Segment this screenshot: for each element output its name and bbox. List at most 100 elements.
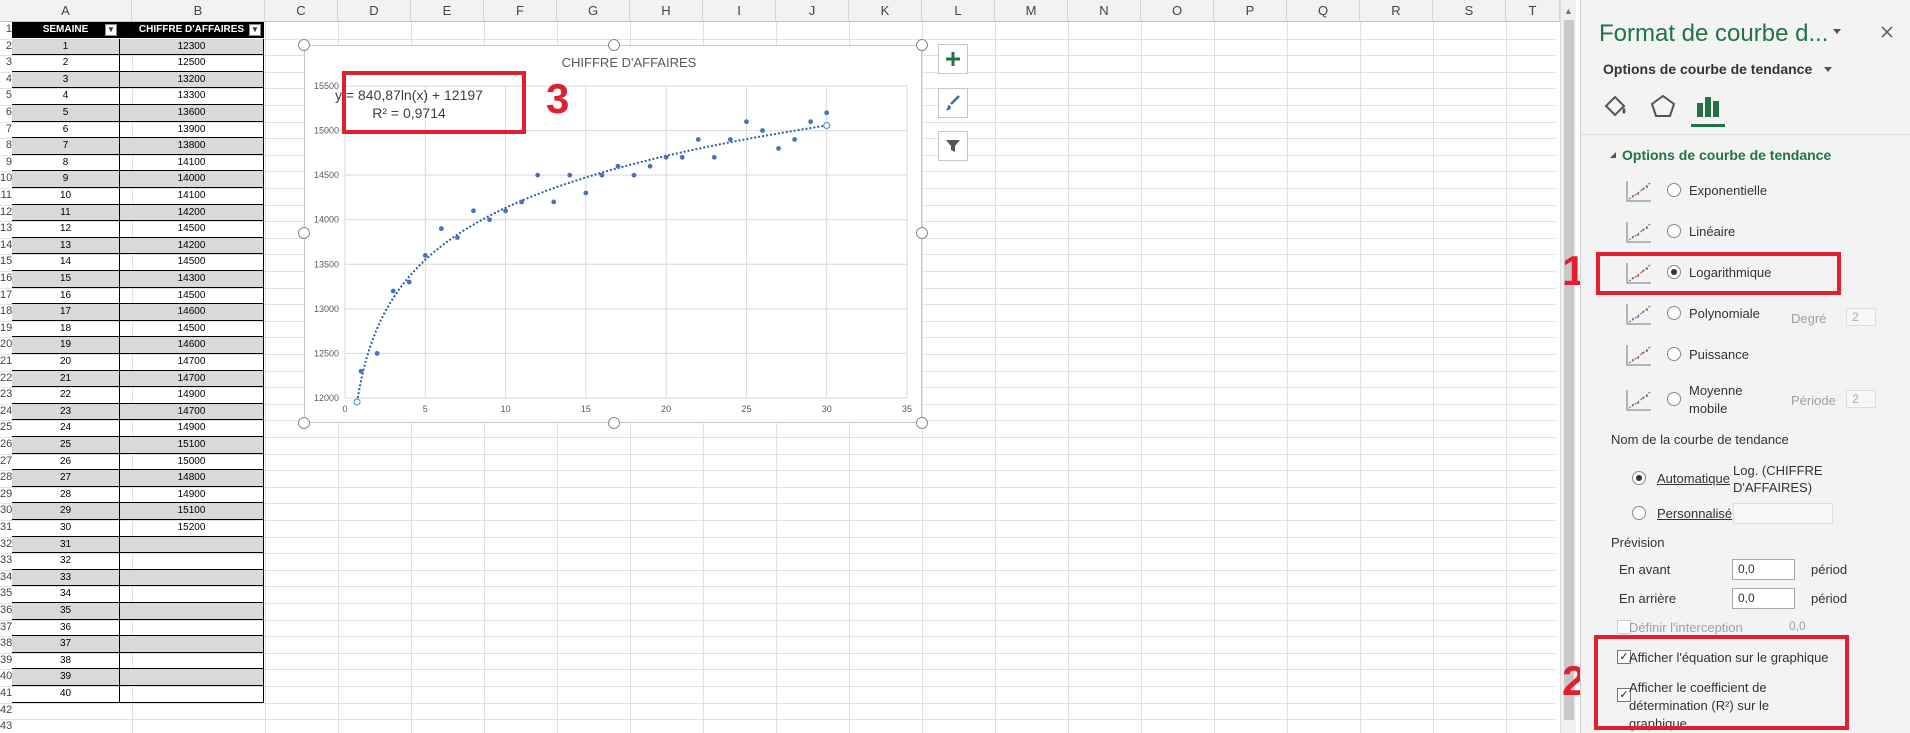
row-number[interactable]: 7	[0, 123, 12, 140]
week-cell[interactable]: 38	[12, 652, 120, 670]
week-cell[interactable]: 19	[12, 337, 120, 354]
table-header-cell[interactable]: SEMAINE ▼	[12, 22, 120, 38]
row-number[interactable]: 17	[0, 289, 12, 306]
row-number[interactable]: 2	[0, 40, 12, 57]
row-number[interactable]: 12	[0, 206, 12, 223]
revenue-cell[interactable]: 15100	[120, 503, 264, 520]
spreadsheet-grid[interactable]: ABCDEFGHIJKLMNOPQRST 1 2 3 4 5 6 7 8 9 10 11 12 13 14…	[0, 0, 1580, 733]
revenue-cell[interactable]	[120, 569, 264, 587]
week-cell[interactable]: 29	[12, 503, 120, 520]
row-number[interactable]: 34	[0, 571, 12, 588]
linear-radio[interactable]	[1667, 224, 1681, 238]
week-cell[interactable]: 12	[12, 221, 120, 238]
week-cell[interactable]: 26	[12, 453, 120, 471]
week-cell[interactable]: 6	[12, 121, 120, 139]
revenue-cell[interactable]	[120, 536, 264, 554]
filter-dropdown-icon[interactable]: ▼	[105, 24, 117, 36]
power-label[interactable]: Puissance	[1689, 347, 1749, 362]
week-cell[interactable]: 8	[12, 154, 120, 172]
week-cell[interactable]: 32	[12, 553, 120, 570]
revenue-cell[interactable]: 14000	[120, 171, 264, 188]
week-cell[interactable]: 11	[12, 204, 120, 222]
week-cell[interactable]: 25	[12, 437, 120, 454]
row-number[interactable]: 38	[0, 637, 12, 654]
week-cell[interactable]: 14	[12, 254, 120, 271]
revenue-cell[interactable]: 12500	[120, 55, 264, 72]
week-cell[interactable]: 5	[12, 105, 120, 122]
forward-input[interactable]: 0,0	[1732, 559, 1795, 580]
week-cell[interactable]: 23	[12, 403, 120, 421]
chart-filters-button[interactable]	[938, 131, 968, 161]
row-number[interactable]: 25	[0, 421, 12, 438]
revenue-cell[interactable]: 14200	[120, 237, 264, 255]
revenue-cell[interactable]	[120, 636, 264, 653]
revenue-cell[interactable]: 13900	[120, 121, 264, 139]
row-number[interactable]: 43	[0, 720, 12, 733]
row-number[interactable]: 19	[0, 322, 12, 339]
week-cell[interactable]: 7	[12, 138, 120, 155]
week-cell[interactable]: 21	[12, 370, 120, 388]
week-cell[interactable]: 22	[12, 387, 120, 404]
revenue-cell[interactable]: 14900	[120, 420, 264, 437]
column-header-P[interactable]: P	[1214, 0, 1287, 22]
column-header-O[interactable]: O	[1141, 0, 1214, 22]
linear-label[interactable]: Linéaire	[1689, 224, 1735, 239]
row-number[interactable]: 22	[0, 372, 12, 389]
revenue-cell[interactable]: 14700	[120, 403, 264, 421]
revenue-cell[interactable]: 14900	[120, 486, 264, 504]
revenue-cell[interactable]: 14900	[120, 387, 264, 404]
custom-name-input[interactable]	[1733, 503, 1833, 524]
revenue-cell[interactable]: 14200	[120, 204, 264, 222]
week-cell[interactable]: 15	[12, 271, 120, 288]
row-number[interactable]: 42	[0, 704, 12, 721]
row-number[interactable]: 10	[0, 172, 12, 189]
row-number[interactable]: 29	[0, 488, 12, 505]
week-cell[interactable]: 16	[12, 287, 120, 305]
row-number[interactable]: 33	[0, 554, 12, 571]
week-cell[interactable]: 13	[12, 237, 120, 255]
week-cell[interactable]: 4	[12, 88, 120, 105]
revenue-cell[interactable]: 13800	[120, 138, 264, 155]
exponential-label[interactable]: Exponentielle	[1689, 183, 1767, 198]
row-number[interactable]: 13	[0, 222, 12, 239]
fill-line-tab-icon[interactable]	[1602, 93, 1630, 119]
week-cell[interactable]: 18	[12, 320, 120, 338]
revenue-cell[interactable]: 14100	[120, 188, 264, 205]
resize-handle[interactable]	[298, 39, 310, 51]
chart-elements-button[interactable]	[938, 44, 968, 74]
revenue-cell[interactable]: 14500	[120, 254, 264, 271]
row-number[interactable]: 15	[0, 255, 12, 272]
row-number[interactable]: 32	[0, 538, 12, 555]
week-cell[interactable]: 3	[12, 71, 120, 89]
revenue-cell[interactable]	[120, 652, 264, 670]
revenue-cell[interactable]: 14500	[120, 287, 264, 305]
week-cell[interactable]: 40	[12, 686, 120, 703]
column-header-J[interactable]: J	[776, 0, 849, 22]
column-header-G[interactable]: G	[557, 0, 630, 22]
resize-handle[interactable]	[608, 39, 620, 51]
row-number[interactable]: 24	[0, 405, 12, 422]
row-number[interactable]: 36	[0, 604, 12, 621]
revenue-cell[interactable]: 15100	[120, 437, 264, 454]
column-header-S[interactable]: S	[1433, 0, 1506, 22]
column-header-A[interactable]: A	[0, 0, 132, 22]
revenue-cell[interactable]: 14700	[120, 370, 264, 388]
revenue-cell[interactable]: 14500	[120, 221, 264, 238]
week-cell[interactable]: 33	[12, 569, 120, 587]
revenue-cell[interactable]: 15000	[120, 453, 264, 471]
week-cell[interactable]: 35	[12, 603, 120, 620]
options-dropdown[interactable]: Options de courbe de tendance	[1603, 61, 1812, 77]
revenue-cell[interactable]: 15200	[120, 520, 264, 537]
row-number[interactable]: 14	[0, 239, 12, 256]
column-header-Q[interactable]: Q	[1287, 0, 1360, 22]
row-number[interactable]: 30	[0, 504, 12, 521]
week-cell[interactable]: 20	[12, 354, 120, 371]
revenue-cell[interactable]	[120, 669, 264, 686]
column-header-B[interactable]: B	[132, 0, 265, 22]
row-number[interactable]: 41	[0, 687, 12, 704]
revenue-cell[interactable]: 13600	[120, 105, 264, 122]
week-cell[interactable]: 30	[12, 520, 120, 537]
column-header-M[interactable]: M	[995, 0, 1068, 22]
week-cell[interactable]: 27	[12, 470, 120, 487]
resize-handle[interactable]	[916, 227, 928, 239]
